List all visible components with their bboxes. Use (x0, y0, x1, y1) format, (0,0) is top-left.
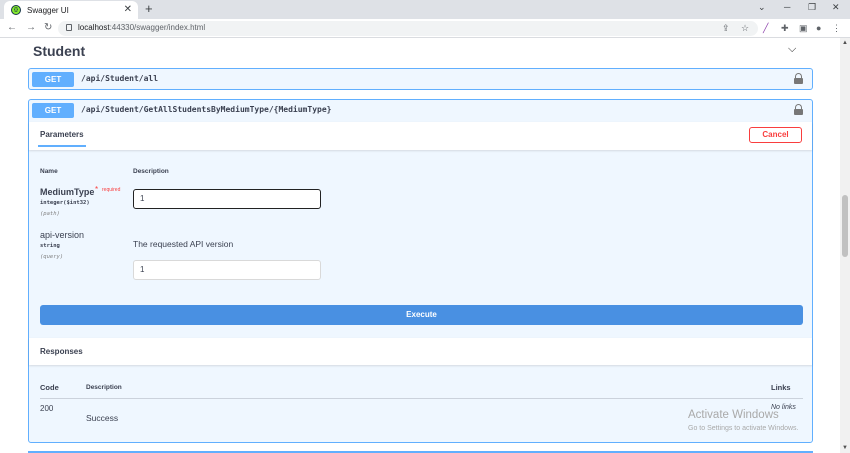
scroll-up-icon[interactable]: ▲ (842, 40, 848, 46)
restore-icon[interactable]: ❐ (808, 2, 816, 13)
tab-title: Swagger UI (27, 5, 69, 15)
share-icon[interactable]: ⇪ (722, 23, 730, 34)
cancel-button[interactable]: Cancel (749, 127, 802, 143)
scrollbar-thumb[interactable] (842, 195, 848, 257)
extension-pen-icon[interactable]: ╱ (763, 23, 768, 34)
method-badge: GET (32, 72, 74, 87)
section-title[interactable]: Student (33, 43, 85, 59)
col-code-header: Code (40, 383, 59, 392)
minimize-icon[interactable]: ─ (784, 2, 790, 12)
col-links-header: Links (771, 383, 791, 392)
lock-icon[interactable] (794, 104, 803, 115)
api-version-input[interactable]: 1 (133, 260, 321, 280)
tab-underline (38, 145, 86, 147)
new-tab-icon[interactable]: + (145, 1, 153, 16)
swagger-favicon-icon: {} (11, 5, 21, 15)
scroll-down-icon[interactable]: ▼ (842, 445, 848, 451)
execute-button[interactable]: Execute (40, 305, 803, 325)
opblock-get-by-medium: GET /api/Student/GetAllStudentsByMediumT… (28, 99, 813, 443)
tab-parameters[interactable]: Parameters (40, 130, 84, 139)
extensions-puzzle-icon[interactable]: ✚ (781, 23, 789, 34)
response-description: Success (86, 413, 119, 423)
param-name: api-version (40, 230, 85, 240)
back-icon[interactable]: ← (7, 22, 17, 33)
param-type: integer($int32) (40, 200, 90, 206)
close-tab-icon[interactable]: ✕ (124, 4, 132, 15)
swagger-page: Student ⌵ GET /api/Student/all GET /api/… (0, 38, 840, 453)
col-description-header: Description (133, 168, 169, 175)
tab-search-icon[interactable]: ⌄ (758, 2, 766, 13)
menu-kebab-icon[interactable]: ⋮ (832, 23, 841, 34)
required-label: required (102, 187, 121, 193)
param-description: The requested API version (133, 239, 234, 249)
col-response-description-header: Description (86, 384, 122, 391)
method-badge[interactable]: GET (32, 103, 74, 118)
browser-tab[interactable]: {} Swagger UI ✕ (4, 1, 138, 19)
params-tab-header: Parameters Cancel (29, 122, 812, 150)
activation-watermark: Activate Windows (688, 409, 779, 421)
param-in: (query) (40, 254, 64, 260)
window-close-icon[interactable]: ✕ (832, 2, 840, 13)
activation-watermark-sub: Go to Settings to activate Windows. (688, 425, 799, 432)
tab-strip: {} Swagger UI ✕ + ⌄ ─ ❐ ✕ (0, 0, 850, 19)
site-lock-icon[interactable] (66, 24, 72, 31)
required-mark: * (95, 185, 99, 194)
lock-icon[interactable] (794, 73, 803, 84)
reload-icon[interactable]: ↻ (44, 22, 52, 33)
bookmark-star-icon[interactable]: ☆ (741, 23, 749, 34)
address-bar: ← → ↻ localhost:44330/swagger/index.html… (0, 19, 850, 38)
param-name: MediumType (40, 187, 95, 197)
endpoint-path: /api/Student/all (81, 74, 159, 83)
profile-icon[interactable]: ● (816, 23, 821, 33)
medium-type-input[interactable]: 1 (133, 189, 321, 209)
param-in: (path) (40, 211, 60, 217)
forward-icon[interactable]: → (26, 22, 36, 33)
opblock-get-all[interactable]: GET /api/Student/all (28, 68, 813, 90)
responses-title: Responses (40, 347, 83, 356)
responses-header: Responses (29, 338, 812, 365)
response-code: 200 (40, 404, 54, 413)
divider (40, 398, 803, 399)
col-name-header: Name (40, 168, 58, 175)
chevron-down-icon[interactable]: ⌵ (788, 43, 796, 56)
url-text[interactable]: localhost:44330/swagger/index.html (78, 23, 205, 32)
endpoint-path[interactable]: /api/Student/GetAllStudentsByMediumType/… (81, 105, 331, 114)
param-type: string (40, 243, 60, 249)
side-panel-icon[interactable]: ▣ (799, 23, 808, 34)
